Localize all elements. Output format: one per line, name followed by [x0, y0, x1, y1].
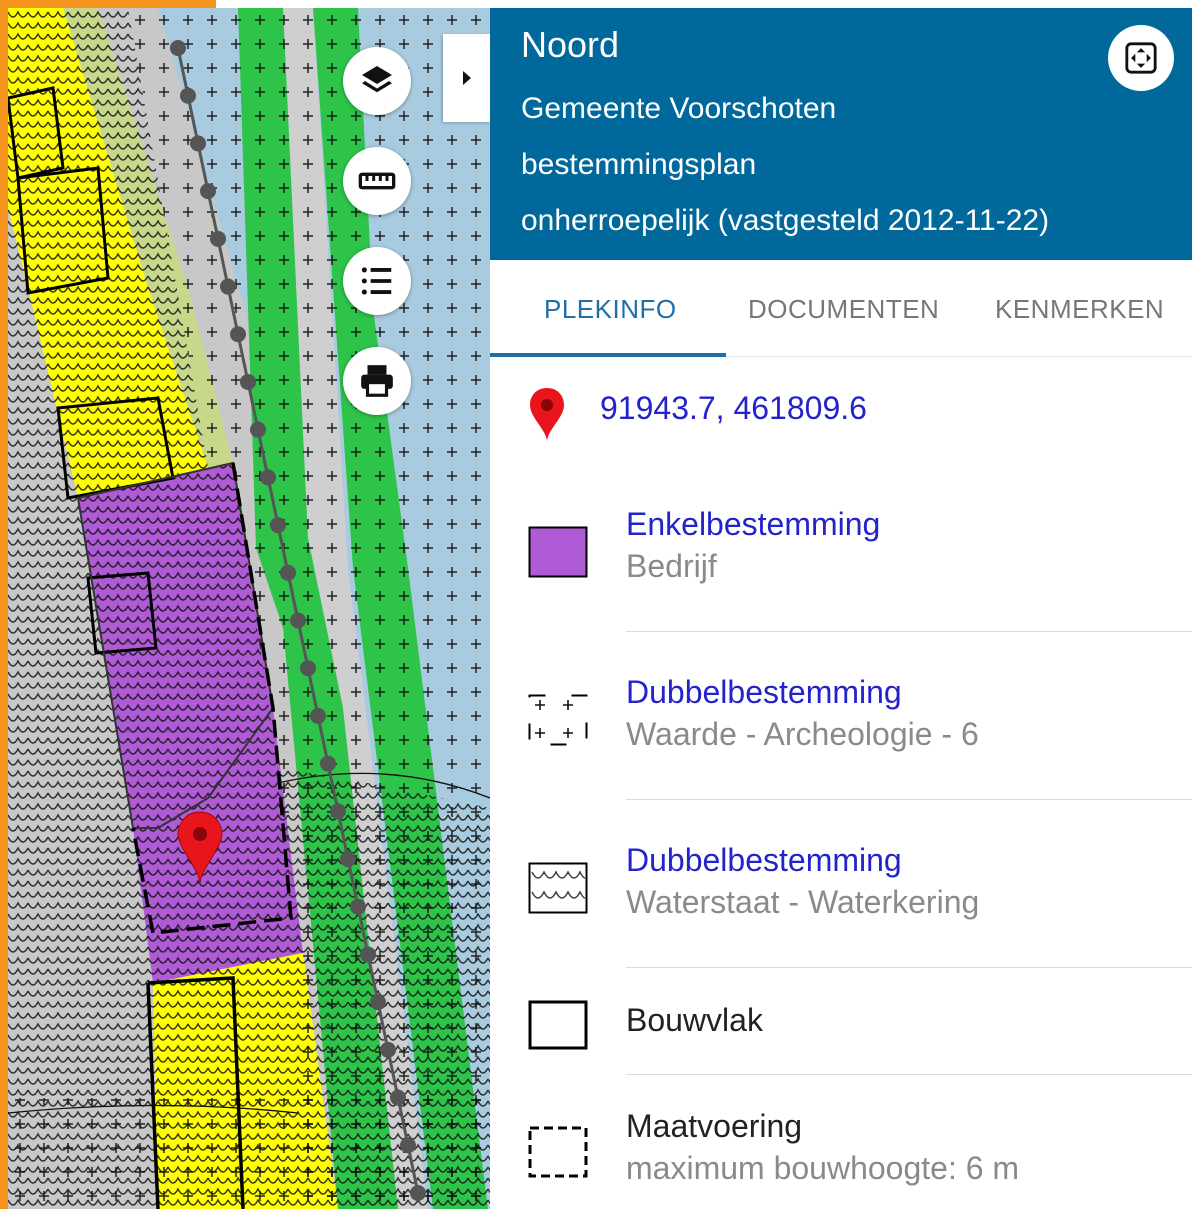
line-dot [180, 87, 196, 104]
line-dot [190, 135, 206, 152]
entry-subtitle: Bedrijf [626, 548, 717, 584]
line-dot [290, 612, 306, 629]
entry-title: Maatvoering [626, 1108, 803, 1144]
line-dot [400, 1137, 416, 1154]
print-icon [361, 365, 393, 397]
top-edge [216, 0, 1192, 8]
layers-icon [362, 66, 392, 93]
entry-title[interactable]: Dubbelbestemming [626, 674, 902, 711]
zoning-map[interactable] [8, 8, 490, 1209]
expand-icon [1125, 42, 1157, 74]
tab-plekinfo[interactable]: PLEKINFO [544, 294, 677, 325]
plan-name: Noord [521, 24, 620, 65]
line-dot [410, 1185, 426, 1201]
line-dot [280, 564, 296, 581]
line-dot [220, 278, 236, 295]
entry-subtitle: Waarde - Archeologie - 6 [626, 716, 979, 752]
line-dot [310, 707, 326, 724]
entry-title[interactable]: Enkelbestemming [626, 506, 880, 543]
line-dot [210, 230, 226, 247]
plan-type: bestemmingsplan [521, 148, 757, 181]
layers-button[interactable] [343, 47, 411, 115]
app-frame: Noord Gemeente Voorschoten bestemmingspl… [8, 8, 1192, 1209]
entry-title[interactable]: Dubbelbestemming [626, 842, 902, 879]
line-dot [370, 994, 386, 1011]
location-row: 91943.7, 461809.6 [528, 386, 1128, 446]
line-dot [270, 517, 286, 534]
plan-municipality: Gemeente Voorschoten [521, 92, 837, 125]
divider [626, 799, 1192, 800]
divider [626, 1074, 1192, 1075]
solid-outline-icon [528, 1000, 588, 1050]
cross-pattern-icon [528, 694, 588, 746]
tab-kenmerken[interactable]: KENMERKEN [995, 294, 1164, 325]
line-dot [200, 183, 216, 200]
expand-button[interactable] [1108, 25, 1174, 91]
line-dot [300, 660, 316, 677]
tab-bar: PLEKINFO DOCUMENTEN KENMERKEN [490, 260, 1192, 357]
location-coordinates[interactable]: 91943.7, 461809.6 [600, 390, 867, 427]
plan-header: Noord Gemeente Voorschoten bestemmingspl… [490, 8, 1192, 260]
legend-list-icon [361, 267, 392, 295]
active-tab-indicator [490, 353, 726, 357]
line-dot [250, 421, 266, 438]
dashed-outline-icon [528, 1126, 588, 1178]
purple-fill-icon [528, 526, 588, 578]
line-dot [350, 898, 366, 915]
line-dot [260, 469, 276, 486]
entry-subtitle: Waterstaat - Waterkering [626, 884, 980, 920]
entry-subtitle: maximum bouwhoogte: 6 m [626, 1150, 1020, 1186]
divider [626, 631, 1192, 632]
ruler-icon [358, 172, 396, 190]
legend-button[interactable] [343, 247, 411, 315]
map-view[interactable] [8, 8, 490, 1209]
line-dot [320, 755, 336, 772]
line-dot [340, 851, 356, 868]
measure-button[interactable] [343, 147, 411, 215]
entry-title: Bouwvlak [626, 1002, 763, 1038]
line-dot [170, 40, 186, 56]
orange-frame-tab [0, 0, 216, 8]
print-button[interactable] [343, 347, 411, 415]
line-dot [240, 373, 256, 390]
divider [626, 967, 1192, 968]
collapse-panel-button[interactable] [443, 34, 490, 122]
location-pin-icon [530, 388, 564, 442]
plan-status: onherroepelijk (vastgesteld 2012-11-22) [521, 204, 1050, 237]
line-dot [380, 1041, 396, 1058]
line-dot [230, 326, 246, 343]
wave-pattern-icon [528, 862, 588, 914]
line-dot [360, 946, 376, 963]
tab-documenten[interactable]: DOCUMENTEN [748, 294, 939, 325]
line-dot [330, 803, 346, 820]
line-dot [390, 1089, 406, 1106]
info-panel: Noord Gemeente Voorschoten bestemmingspl… [490, 8, 1192, 1209]
collapse-arrow-icon [462, 71, 471, 85]
